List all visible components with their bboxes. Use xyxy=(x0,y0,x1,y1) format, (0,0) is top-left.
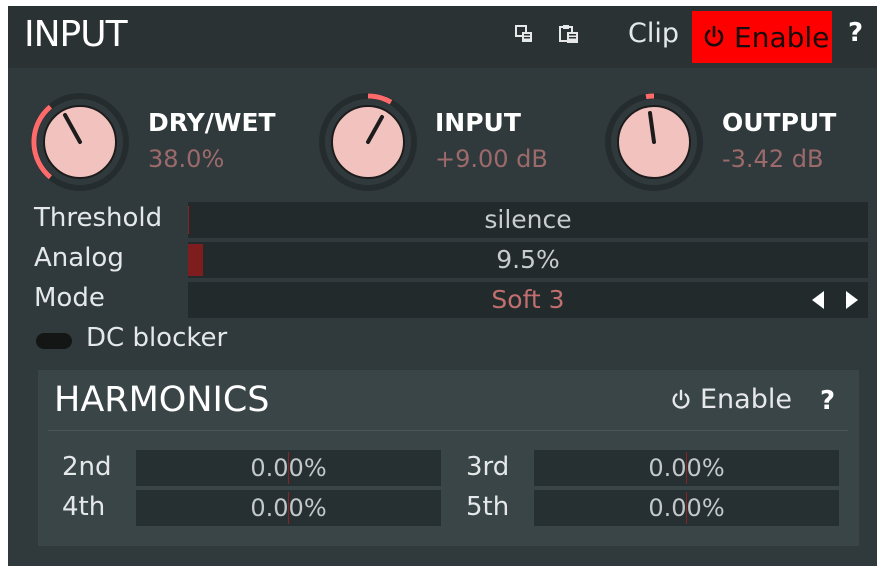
analog-value: 9.5% xyxy=(496,245,560,274)
dc-blocker-label: DC blocker xyxy=(86,323,228,353)
help-button[interactable]: ? xyxy=(848,18,863,48)
output-gain-label: OUTPUT xyxy=(722,108,837,137)
paste-button[interactable] xyxy=(558,23,580,49)
next-arrow-icon[interactable] xyxy=(846,291,858,309)
paste-icon xyxy=(559,25,578,43)
analog-slider[interactable]: 9.5% xyxy=(188,242,868,278)
power-icon xyxy=(704,25,724,47)
harmonics-enable-button[interactable]: Enable xyxy=(670,384,792,415)
harmonic-5th-slider[interactable]: 0.00% xyxy=(534,490,839,526)
harmonics-panel: HARMONICS Enable ? 2nd 0.00% 3rd 0.00% 4… xyxy=(38,370,859,546)
previous-arrow-icon[interactable] xyxy=(812,291,824,309)
threshold-value: silence xyxy=(484,205,572,234)
mode-value: Soft 3 xyxy=(491,285,565,314)
analog-label: Analog xyxy=(34,243,124,273)
harmonic-4th-label: 4th xyxy=(62,492,106,522)
input-gain-knob-graphic xyxy=(319,93,417,191)
harmonic-2nd-slider[interactable]: 0.00% xyxy=(136,450,441,486)
threshold-indicator xyxy=(188,206,189,234)
harmonic-5th-label: 5th xyxy=(466,492,510,522)
output-gain-knob-graphic xyxy=(605,93,703,191)
harmonic-5th-value: 0.00% xyxy=(648,494,725,522)
output-gain-knob[interactable] xyxy=(604,92,704,196)
output-gain-value: -3.42 dB xyxy=(722,145,824,173)
input-gain-label: INPUT xyxy=(435,108,521,137)
harmonics-help-button[interactable]: ? xyxy=(820,386,835,416)
harmonic-2nd-label: 2nd xyxy=(62,452,112,482)
threshold-label: Threshold xyxy=(34,203,163,233)
enable-label: Enable xyxy=(734,20,830,54)
harmonics-title: HARMONICS xyxy=(54,380,270,420)
harmonics-divider xyxy=(48,430,848,431)
input-gain-knob[interactable] xyxy=(318,92,418,196)
mode-label: Mode xyxy=(34,283,105,313)
harmonic-3rd-label: 3rd xyxy=(466,452,510,482)
mode-selector[interactable]: Soft 3 xyxy=(188,282,868,318)
dry-wet-label: DRY/WET xyxy=(148,108,276,137)
dry-wet-knob-graphic xyxy=(31,93,129,191)
dry-wet-knob[interactable] xyxy=(30,92,130,196)
harmonic-4th-value: 0.00% xyxy=(250,494,327,522)
harmonic-4th-slider[interactable]: 0.00% xyxy=(136,490,441,526)
harmonic-2nd-value: 0.00% xyxy=(250,454,327,482)
threshold-slider[interactable]: silence xyxy=(188,202,868,238)
page-title: INPUT xyxy=(24,14,128,55)
enable-button[interactable]: Enable xyxy=(692,11,832,63)
clip-button[interactable]: Clip xyxy=(628,18,679,49)
harmonic-3rd-value: 0.00% xyxy=(648,454,725,482)
power-icon xyxy=(672,389,690,409)
input-gain-value: +9.00 dB xyxy=(435,145,548,173)
copy-icon xyxy=(515,25,532,42)
dc-blocker-toggle[interactable] xyxy=(36,333,72,349)
dry-wet-value: 38.0% xyxy=(148,145,225,173)
copy-button[interactable] xyxy=(514,24,534,48)
harmonic-3rd-slider[interactable]: 0.00% xyxy=(534,450,839,486)
harmonics-enable-label: Enable xyxy=(700,384,792,415)
